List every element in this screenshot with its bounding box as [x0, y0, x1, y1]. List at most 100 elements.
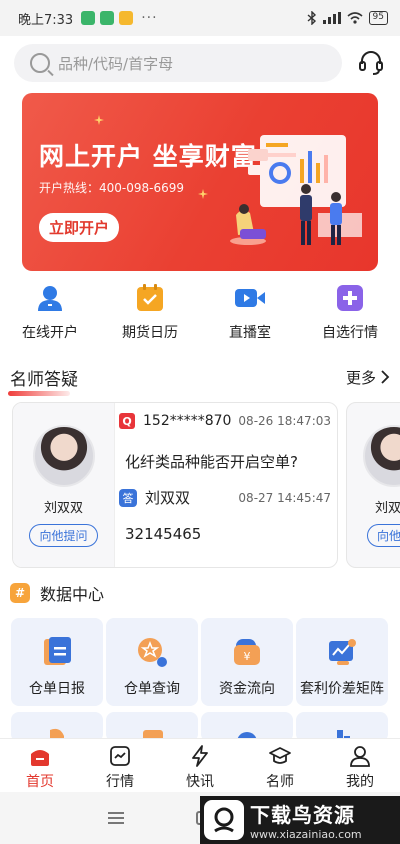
quick-nav-label: 直播室: [229, 325, 271, 341]
tab-label: 名师: [266, 774, 294, 790]
more-label: 更多: [345, 368, 376, 387]
data-center-title: 数据中心: [40, 585, 105, 604]
tile-warehouse-query[interactable]: 仓单查询: [106, 618, 198, 706]
video-icon: [234, 282, 266, 314]
tile-fund-flow[interactable]: ¥ 资金流向: [201, 618, 293, 706]
status-time: 晚上7:33: [18, 12, 74, 28]
sparkle-icon: [94, 115, 104, 125]
search-icon: [30, 53, 50, 73]
tile-label: 套利价差矩阵: [300, 681, 384, 697]
notification-icons: [81, 11, 134, 25]
more-link[interactable]: 更多: [346, 367, 390, 388]
headset-icon: [359, 51, 384, 75]
sparkle-icon: [198, 189, 208, 199]
question-time: 08-26 18:47:03: [238, 414, 331, 428]
tab-mine[interactable]: 我的: [320, 739, 400, 792]
tile-label: 资金流向: [219, 681, 275, 697]
quick-nav-watchlist[interactable]: 自选行情: [300, 282, 400, 348]
quick-nav-online-account[interactable]: 在线开户: [0, 282, 100, 348]
tab-label: 快讯: [186, 774, 214, 790]
tab-home[interactable]: 首页: [0, 739, 80, 792]
svg-text:¥: ¥: [244, 650, 251, 663]
money-flow-icon: ¥: [229, 634, 265, 670]
tab-label: 首页: [26, 774, 54, 790]
watermark-title: 下载鸟资源: [250, 803, 355, 827]
tab-market[interactable]: 行情: [80, 739, 160, 792]
menu-icon[interactable]: [108, 812, 124, 824]
watermark: 下载鸟资源 www.xiazainiao.com: [200, 796, 400, 844]
ask-teacher-button[interactable]: 向他: [367, 524, 400, 547]
question-text: 化纤类品种能否开启空单?: [125, 453, 298, 471]
more-notifications-icon: ···: [141, 10, 158, 26]
user-add-icon: [34, 282, 66, 314]
search-placeholder: 品种/代码/首字母: [58, 54, 174, 73]
data-center-grid: 仓单日报 仓单查询 ¥ 资金流向 套利价差矩阵: [11, 618, 391, 748]
search-input[interactable]: 品种/代码/首字母: [14, 44, 343, 82]
watermark-text: 下载鸟资源 www.xiazainiao.com: [250, 799, 362, 841]
query-icon: [134, 634, 170, 670]
quick-nav: 在线开户 期货日历 直播室 自选行情: [0, 282, 400, 348]
data-center-header: # 数据中心: [10, 580, 104, 606]
home-icon: [28, 744, 52, 768]
answer-row: 答 刘双双 08-27 14:45:47: [119, 487, 331, 508]
tile-label: 仓单查询: [124, 681, 180, 697]
tab-teachers[interactable]: 名师: [240, 739, 320, 792]
plus-icon: [334, 282, 366, 314]
graduation-cap-icon: [268, 744, 292, 768]
answer-name: 刘双双: [145, 489, 191, 507]
customer-service-button[interactable]: [356, 48, 386, 78]
qa-section-header: 名师答疑 更多: [8, 362, 390, 396]
user-icon: [348, 744, 372, 768]
qa-section-title: 名师答疑: [8, 365, 78, 396]
quick-nav-live-room[interactable]: 直播室: [200, 282, 300, 348]
tile-label: 仓单日报: [29, 681, 85, 697]
quick-nav-label: 自选行情: [322, 325, 378, 341]
quick-nav-futures-calendar[interactable]: 期货日历: [100, 282, 200, 348]
avatar: [363, 425, 400, 487]
lightning-icon: [188, 744, 212, 768]
tab-label: 我的: [346, 774, 374, 790]
tile-arbitrage-matrix[interactable]: 套利价差矩阵: [296, 618, 388, 706]
answer-time: 08-27 14:45:47: [238, 490, 331, 505]
qa-content: Q 152*****870 08-26 18:47:03 化纤类品种能否开启空单…: [115, 403, 337, 567]
quick-nav-label: 期货日历: [122, 325, 178, 341]
question-user: 152*****870: [143, 413, 232, 429]
answer-text: 32145465: [125, 525, 202, 543]
bluetooth-icon: [307, 11, 316, 25]
hashtag-icon: #: [10, 583, 30, 603]
tab-label: 行情: [106, 774, 134, 790]
account-opening-banner[interactable]: 网上开户 坐享财富 开户热线：400-098-6699 立即开户: [22, 93, 378, 271]
watermark-logo: [204, 800, 244, 840]
shield-icon: [100, 11, 115, 25]
open-account-button[interactable]: 立即开户: [39, 213, 120, 242]
avatar: [32, 425, 95, 487]
report-icon: [39, 634, 75, 670]
chevron-right-icon: [381, 370, 390, 384]
calendar-icon: [134, 282, 166, 314]
message-icon: [119, 11, 134, 25]
market-icon: [108, 744, 132, 768]
tile-warehouse-daily[interactable]: 仓单日报: [11, 618, 103, 706]
status-bar: 晚上7:33 ··· 95: [0, 0, 400, 36]
question-row: Q 152*****870 08-26 18:47:03: [119, 413, 331, 429]
shield-icon: [81, 11, 96, 25]
teacher-name: 刘双: [375, 501, 400, 516]
teacher-panel: 刘双双 向他提问: [13, 403, 115, 567]
search-row: 品种/代码/首字母: [0, 40, 400, 86]
quick-nav-label: 在线开户: [22, 325, 78, 341]
battery-icon: 95: [368, 11, 388, 25]
bottom-tab-bar: 首页 行情 快讯 名师 我的: [0, 738, 400, 792]
teacher-name: 刘双双: [43, 501, 83, 516]
qa-carousel[interactable]: 刘双双 向他提问 Q 152*****870 08-26 18:47:03 化纤…: [0, 402, 400, 572]
answer-tag: 答: [119, 488, 137, 507]
signal-icon: [322, 12, 341, 24]
qa-card[interactable]: 刘双双 向他提问 Q 152*****870 08-26 18:47:03 化纤…: [12, 402, 338, 568]
tab-news[interactable]: 快讯: [160, 739, 240, 792]
banner-illustration: [230, 135, 362, 245]
ask-teacher-button[interactable]: 向他提问: [29, 524, 98, 547]
matrix-chart-icon: [324, 634, 360, 670]
watermark-url: www.xiazainiao.com: [250, 828, 362, 841]
wifi-icon: [347, 12, 363, 24]
qa-card[interactable]: 刘双 向他: [346, 402, 400, 568]
banner-phone: 开户热线：400-098-6699: [39, 181, 185, 195]
